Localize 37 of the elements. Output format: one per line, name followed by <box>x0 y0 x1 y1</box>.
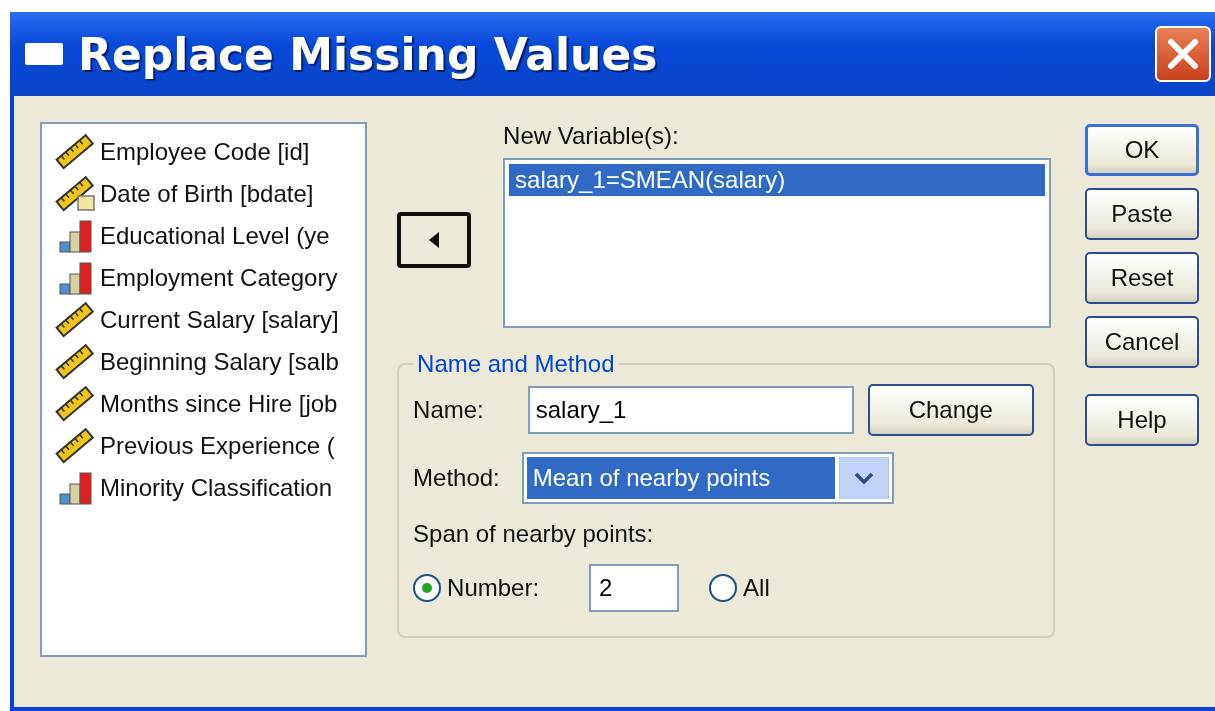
chevron-down-icon <box>853 472 874 484</box>
dropdown-value: Mean of nearby points <box>526 457 835 499</box>
field-label: Name: <box>413 396 484 424</box>
variable-item[interactable]: Months since Hire [job <box>100 390 338 418</box>
left-triangle-icon <box>429 232 440 248</box>
span-label: Span of nearby points: <box>413 520 655 548</box>
dialog-button[interactable]: OK <box>1085 124 1199 176</box>
variable-item[interactable]: Educational Level (ye <box>100 222 330 250</box>
radio-label: Number: <box>447 574 540 602</box>
close-button[interactable] <box>1155 26 1211 82</box>
method-dropdown[interactable]: Mean of nearby points <box>521 452 894 504</box>
dialog-button[interactable]: Paste <box>1085 188 1199 240</box>
change-button[interactable]: Change <box>867 384 1034 436</box>
close-icon <box>1166 37 1200 71</box>
radio-button[interactable] <box>709 574 738 602</box>
variable-item[interactable]: Date of Birth [bdate] <box>100 180 314 208</box>
radio-button[interactable] <box>413 574 442 602</box>
dialog-button[interactable]: Help <box>1085 394 1199 446</box>
dropdown-button[interactable] <box>838 457 889 499</box>
number-field[interactable]: 2 <box>589 564 680 612</box>
move-button[interactable] <box>397 212 472 268</box>
variable-item[interactable]: Employment Category <box>100 264 338 292</box>
variable-item[interactable]: Beginning Salary [salb <box>100 348 339 376</box>
field-label: Method: <box>413 464 500 492</box>
dialog-button[interactable]: Cancel <box>1085 316 1199 368</box>
window-title: Replace Missing Values <box>78 28 659 80</box>
name-field[interactable]: salary_1 <box>527 386 854 434</box>
variable-item[interactable]: Current Salary [salary] <box>100 306 339 334</box>
list-item[interactable]: salary_1=SMEAN(salary) <box>509 164 1046 196</box>
variable-item[interactable]: Employee Code [id] <box>100 138 310 166</box>
list-label: New Variable(s): <box>503 122 680 150</box>
group-title: Name and Method <box>416 350 616 378</box>
radio-label: All <box>743 574 770 602</box>
variable-item[interactable]: Previous Experience ( <box>100 432 335 460</box>
dialog-button[interactable]: Reset <box>1085 252 1199 304</box>
variable-item[interactable]: Minority Classification <box>100 474 333 502</box>
window-icon <box>24 42 64 66</box>
